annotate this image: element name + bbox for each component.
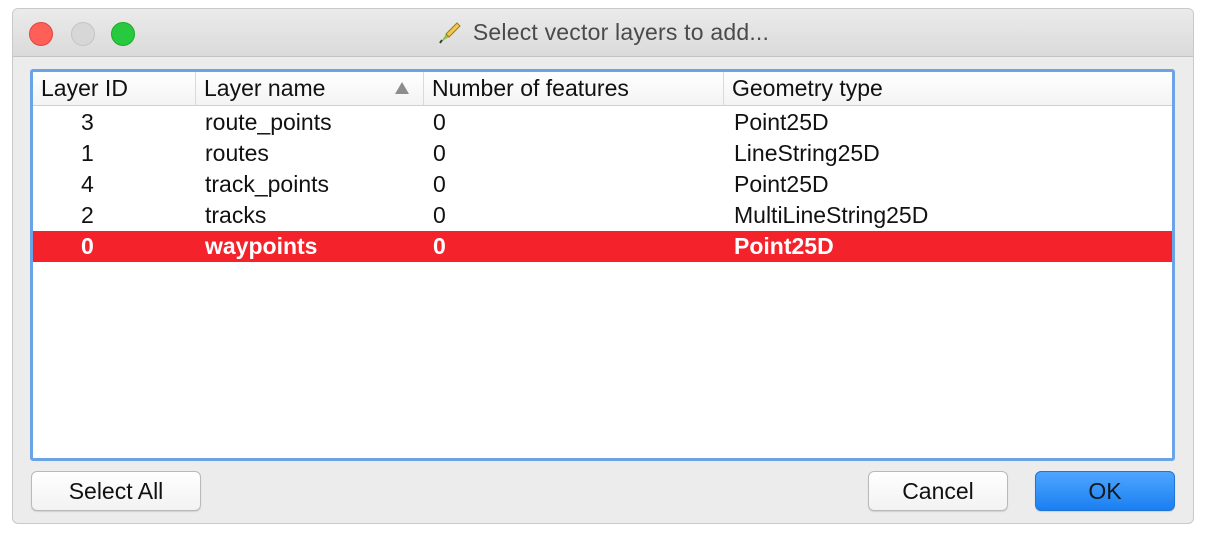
- cell-layer-name: routes: [205, 140, 269, 166]
- dialog-window: Select vector layers to add... Layer ID …: [12, 8, 1194, 524]
- column-header-layer-name[interactable]: Layer name: [196, 72, 424, 105]
- column-header-label: Layer ID: [41, 75, 128, 101]
- cell-feature-count: 0: [433, 140, 446, 166]
- cell-feature-count: 0: [433, 202, 446, 228]
- cell-feature-count: 0: [433, 109, 446, 135]
- cell-geometry-type: Point25D: [734, 233, 834, 259]
- cell-layer-name: track_points: [205, 171, 330, 197]
- cell-layer-id: 1: [81, 140, 94, 166]
- cancel-button[interactable]: Cancel: [868, 471, 1008, 511]
- cell-layer-name: route_points: [205, 109, 332, 135]
- cell-geometry-type: LineString25D: [734, 140, 880, 166]
- table-header: Layer ID Layer name Number of features G…: [33, 72, 1172, 106]
- layers-table[interactable]: Layer ID Layer name Number of features G…: [30, 69, 1175, 461]
- cell-layer-id: 4: [81, 171, 94, 197]
- select-all-button[interactable]: Select All: [31, 471, 201, 511]
- title-bar: Select vector layers to add...: [13, 9, 1193, 57]
- column-header-geometry-type[interactable]: Geometry type: [724, 72, 1172, 105]
- cell-geometry-type: Point25D: [734, 109, 829, 135]
- cell-layer-id: 3: [81, 109, 94, 135]
- table-row-selected[interactable]: 0 waypoints 0 Point25D: [33, 231, 1172, 262]
- column-header-label: Number of features: [432, 75, 629, 101]
- table-row[interactable]: 1 routes 0 LineString25D: [33, 138, 1172, 169]
- cell-geometry-type: MultiLineString25D: [734, 202, 929, 228]
- cell-geometry-type: Point25D: [734, 171, 829, 197]
- sort-ascending-icon: [395, 82, 409, 94]
- table-row[interactable]: 3 route_points 0 Point25D: [33, 107, 1172, 138]
- cell-layer-id: 0: [81, 233, 94, 259]
- qgis-pencil-icon: [437, 20, 463, 46]
- title-wrap: Select vector layers to add...: [13, 9, 1193, 56]
- ok-button[interactable]: OK: [1035, 471, 1175, 511]
- cell-feature-count: 0: [433, 233, 446, 259]
- table-row[interactable]: 2 tracks 0 MultiLineString25D: [33, 200, 1172, 231]
- window-title: Select vector layers to add...: [472, 19, 770, 45]
- cell-layer-id: 2: [81, 202, 94, 228]
- cell-layer-name: tracks: [205, 202, 267, 228]
- table-row[interactable]: 4 track_points 0 Point25D: [33, 169, 1172, 200]
- column-header-label: Layer name: [204, 75, 326, 101]
- column-header-label: Geometry type: [732, 75, 883, 101]
- column-header-number-of-features[interactable]: Number of features: [424, 72, 724, 105]
- cell-feature-count: 0: [433, 171, 446, 197]
- cell-layer-name: waypoints: [205, 233, 318, 259]
- column-header-layer-id[interactable]: Layer ID: [33, 72, 196, 105]
